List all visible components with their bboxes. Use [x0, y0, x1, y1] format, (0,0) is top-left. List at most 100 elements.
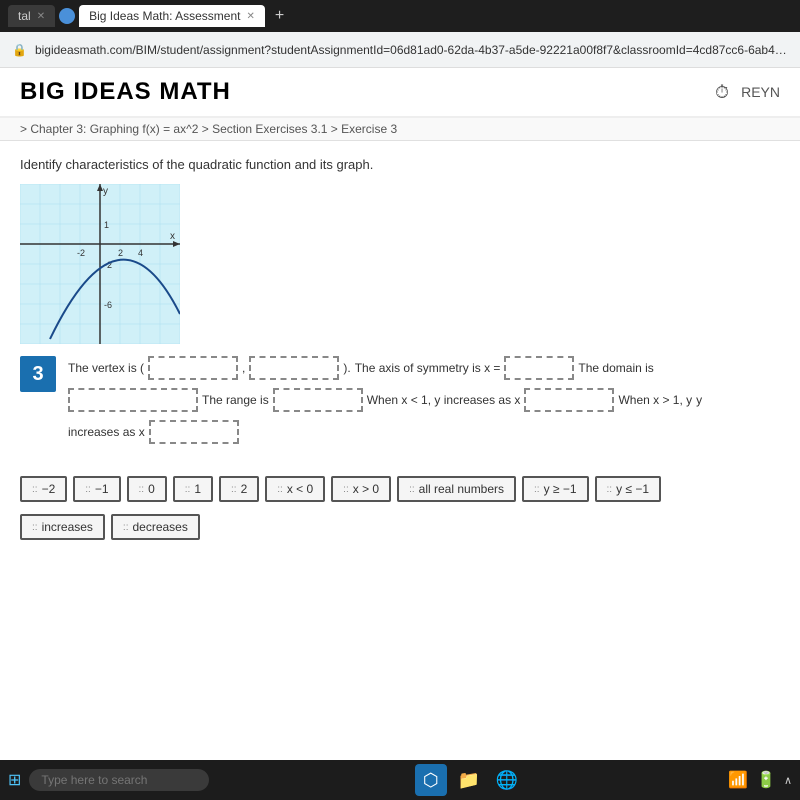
tab-active[interactable]: Big Ideas Math: Assessment ✕ [79, 5, 265, 27]
domain-input[interactable] [68, 388, 198, 412]
increases-input[interactable] [149, 420, 239, 444]
tile-xgt0[interactable]: :: x > 0 [331, 476, 391, 502]
tile-0[interactable]: :: 0 [127, 476, 167, 502]
tab-active-label: Big Ideas Math: Assessment [89, 9, 240, 23]
fill-row-1: The vertex is ( , ). The axis of symmetr… [68, 356, 780, 380]
vertex-y-input[interactable] [249, 356, 339, 380]
tile-neg1-label: −1 [95, 482, 109, 496]
exercise-number-badge: 3 [20, 356, 56, 392]
user-name: REYN [741, 84, 780, 100]
taskbar-folder-icon[interactable]: 📁 [453, 764, 485, 796]
lock-icon: 🔒 [12, 43, 27, 57]
svg-text:4: 4 [138, 248, 143, 258]
fill-row-3: increases as x [68, 420, 780, 444]
svg-text:x: x [170, 231, 175, 242]
tile-dots: :: [231, 484, 237, 495]
taskbar-system-icons: 📶 🔋 ∧ [728, 770, 792, 790]
clock-icon: ⏱ [715, 82, 729, 103]
tile-dots: :: [123, 522, 129, 533]
browser-content: BIG IDEAS MATH ⏱ REYN > Chapter 3: Graph… [0, 68, 800, 760]
range-input[interactable] [273, 388, 363, 412]
fill-row-2: The range is When x < 1, y increases as … [68, 388, 780, 412]
tile-dots: :: [85, 484, 91, 495]
svg-text:1: 1 [104, 220, 109, 230]
tile-xlt0-label: x < 0 [287, 482, 313, 496]
browser-tab-bar: tal ✕ Big Ideas Math: Assessment ✕ + [0, 0, 800, 32]
tile-neg2[interactable]: :: −2 [20, 476, 67, 502]
breadcrumb-text: > Chapter 3: Graphing f(x) = ax^2 > Sect… [20, 122, 397, 136]
tile-2[interactable]: :: 2 [219, 476, 259, 502]
vertex-close: ). [343, 361, 350, 375]
when-greater-1-label: When x > 1, y [618, 393, 692, 407]
graph-container: x y -2 2 4 1 -2 -6 [20, 184, 180, 344]
quadratic-graph: x y -2 2 4 1 -2 -6 [20, 184, 180, 344]
axis-symmetry-label: The axis of symmetry is x = [355, 361, 501, 375]
tile-xgt0-label: x > 0 [353, 482, 379, 496]
taskbar-battery-icon: 🔋 [756, 770, 776, 790]
url-text[interactable]: bigideasmath.com/BIM/student/assignment?… [35, 43, 788, 57]
tile-yle-1[interactable]: :: y ≤ −1 [595, 476, 662, 502]
tile-all-real-label: all real numbers [419, 482, 504, 496]
tile-dots: :: [343, 484, 349, 495]
tile-yle-1-label: y ≤ −1 [616, 482, 649, 496]
tile-1-label: 1 [194, 482, 201, 496]
tile-yge-1-label: y ≥ −1 [544, 482, 577, 496]
exercise-block: 3 The vertex is ( , ). The axis of symme… [20, 356, 780, 452]
taskbar-chrome-icon[interactable]: 🌐 [491, 764, 523, 796]
axis-symmetry-input[interactable] [504, 356, 574, 380]
tile-decreases-label: decreases [132, 520, 187, 534]
taskbar-time: ∧ [784, 774, 792, 787]
tile-dots: :: [139, 484, 145, 495]
exercise-area: Identify characteristics of the quadrati… [0, 141, 800, 760]
svg-text:y: y [103, 186, 108, 197]
question-instruction: Identify characteristics of the quadrati… [20, 157, 780, 172]
taskbar-center: ⬡ 📁 🌐 [415, 764, 523, 796]
bim-header: BIG IDEAS MATH ⏱ REYN [0, 68, 800, 118]
tile-dots: :: [277, 484, 283, 495]
tile-neg1[interactable]: :: −1 [73, 476, 120, 502]
breadcrumb: > Chapter 3: Graphing f(x) = ax^2 > Sect… [0, 118, 800, 141]
tab-inactive-label: tal [18, 9, 31, 23]
tab-active-close[interactable]: ✕ [246, 11, 254, 22]
vertex-x-input[interactable] [148, 356, 238, 380]
exercise-content: The vertex is ( , ). The axis of symmetr… [68, 356, 780, 452]
answer-tiles-container: :: −2 :: −1 :: 0 :: 1 :: 2 :: x < 0 [20, 468, 780, 548]
bim-logo: BIG IDEAS MATH [20, 78, 231, 106]
tile-2-label: 2 [241, 482, 248, 496]
tab-inactive[interactable]: tal ✕ [8, 5, 55, 27]
header-right: ⏱ REYN [715, 82, 780, 103]
svg-text:2: 2 [118, 248, 123, 258]
increases-label: increases as x [68, 425, 145, 439]
tile-dots: :: [534, 484, 540, 495]
svg-text:-2: -2 [77, 248, 85, 258]
tile-increases[interactable]: :: increases [20, 514, 105, 540]
tile-neg2-label: −2 [42, 482, 56, 496]
tile-decreases[interactable]: :: decreases [111, 514, 200, 540]
taskbar-edge-icon[interactable]: ⬡ [415, 764, 447, 796]
tile-dots: :: [607, 484, 613, 495]
taskbar-wifi-icon: 📶 [728, 770, 748, 790]
tile-dots: :: [185, 484, 191, 495]
tile-dots: :: [32, 484, 38, 495]
when-less-1-label: When x < 1, y increases as x [367, 393, 521, 407]
svg-text:-6: -6 [104, 300, 112, 310]
tile-xlt0[interactable]: :: x < 0 [265, 476, 325, 502]
when-greater-1-label-y: y [696, 393, 702, 407]
address-bar: 🔒 bigideasmath.com/BIM/student/assignmen… [0, 32, 800, 68]
tile-dots: :: [32, 522, 38, 533]
domain-label: The domain is [578, 361, 653, 375]
tab-inactive-close[interactable]: ✕ [37, 11, 45, 22]
tile-1[interactable]: :: 1 [173, 476, 213, 502]
windows-taskbar: ⊞ ⬡ 📁 🌐 📶 🔋 ∧ [0, 760, 800, 800]
tile-dots: :: [409, 484, 415, 495]
range-label: The range is [202, 393, 269, 407]
vertex-label: The vertex is ( [68, 361, 144, 375]
tile-yge-1[interactable]: :: y ≥ −1 [522, 476, 589, 502]
tile-0-label: 0 [148, 482, 155, 496]
windows-icon[interactable]: ⊞ [8, 770, 21, 790]
tile-increases-label: increases [42, 520, 93, 534]
windows-search-input[interactable] [29, 769, 209, 791]
new-tab-button[interactable]: + [269, 7, 290, 25]
tile-all-real[interactable]: :: all real numbers [397, 476, 516, 502]
when-less-1-input[interactable] [524, 388, 614, 412]
